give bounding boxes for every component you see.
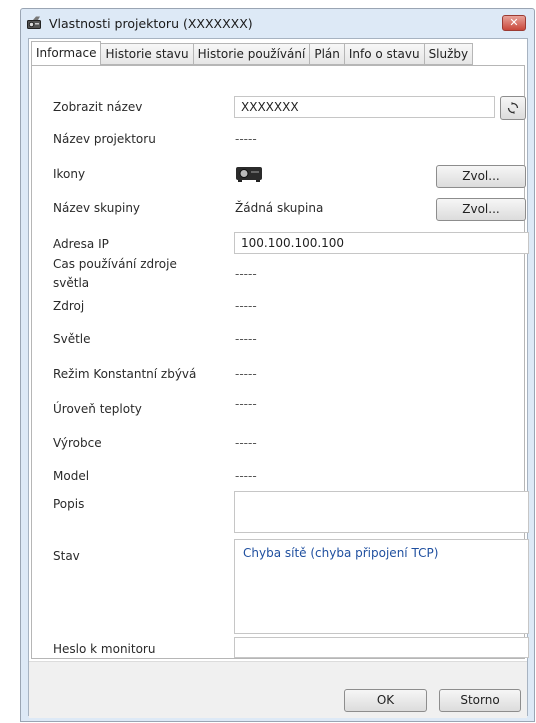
- light-value: -----: [235, 332, 257, 346]
- properties-window: Vlastnosti projektoru (XXXXXXX) ✕ Inform…: [20, 8, 535, 722]
- projector-name-label: Název projektoru: [53, 132, 156, 146]
- source-value: -----: [235, 299, 257, 313]
- temperature-label: Úroveň teploty: [53, 402, 142, 416]
- dialog-footer: OK Storno: [29, 661, 527, 718]
- tab-strip: Informace Historie stavu Historie použív…: [31, 41, 474, 66]
- light-usage-label-line2: světla: [53, 276, 90, 290]
- window-title: Vlastnosti projektoru (XXXXXXX): [49, 16, 253, 31]
- monitor-password-label: Heslo k monitoru: [53, 642, 156, 656]
- model-label: Model: [53, 469, 90, 483]
- display-name-field[interactable]: XXXXXXX: [234, 96, 495, 118]
- group-select-button[interactable]: Zvol...: [436, 198, 526, 221]
- icons-select-button[interactable]: Zvol...: [436, 165, 526, 188]
- model-value: -----: [235, 469, 257, 483]
- title-bar[interactable]: Vlastnosti projektoru (XXXXXXX) ✕: [21, 9, 534, 39]
- light-usage-label-line1: Cas používání zdroje: [53, 257, 177, 271]
- informace-panel: Zobrazit název XXXXXXX Název projektoru …: [31, 65, 529, 659]
- status-label: Stav: [53, 549, 80, 563]
- temperature-value: -----: [235, 397, 257, 411]
- description-field[interactable]: [234, 491, 529, 533]
- tab-informace[interactable]: Informace: [31, 41, 102, 66]
- refresh-icon: [507, 102, 519, 114]
- constant-mode-value: -----: [235, 367, 257, 381]
- ip-address-label: Adresa IP: [53, 237, 109, 251]
- manufacturer-label: Výrobce: [53, 436, 102, 450]
- tab-historie-stavu[interactable]: Historie stavu: [101, 43, 194, 65]
- close-button[interactable]: ✕: [502, 15, 526, 31]
- projector-name-value: -----: [235, 132, 257, 146]
- ok-button[interactable]: OK: [344, 689, 427, 712]
- ip-address-value: 100.100.100.100: [241, 236, 345, 250]
- cancel-button[interactable]: Storno: [439, 689, 521, 712]
- projector-app-icon: [27, 16, 41, 29]
- monitor-password-field[interactable]: [234, 637, 529, 658]
- group-name-label: Název skupiny: [53, 201, 141, 215]
- refresh-button[interactable]: [500, 96, 526, 120]
- ip-address-field[interactable]: 100.100.100.100: [234, 232, 529, 254]
- light-usage-value: -----: [235, 267, 257, 281]
- projector-icon: [236, 167, 262, 182]
- constant-mode-label: Režim Konstantní zbývá: [53, 367, 197, 381]
- tab-info-o-stavu[interactable]: Info o stavu: [344, 43, 425, 65]
- tab-historie-pouzivani[interactable]: Historie používání: [193, 43, 311, 65]
- display-name-label: Zobrazit název: [53, 100, 143, 114]
- display-name-value: XXXXXXX: [241, 100, 299, 114]
- status-field[interactable]: Chyba sítě (chyba připojení TCP): [234, 539, 529, 634]
- dialog-client-area: Informace Historie stavu Historie použív…: [28, 38, 529, 718]
- tab-plan[interactable]: Plán: [310, 43, 345, 65]
- status-value: Chyba sítě (chyba připojení TCP): [243, 546, 439, 560]
- tab-sluzby[interactable]: Služby: [424, 43, 474, 65]
- icons-label: Ikony: [53, 167, 86, 181]
- source-label: Zdroj: [53, 299, 85, 313]
- light-label: Světle: [53, 332, 91, 346]
- description-label: Popis: [53, 497, 85, 511]
- group-name-value: Žádná skupina: [235, 201, 324, 215]
- manufacturer-value: -----: [235, 436, 257, 450]
